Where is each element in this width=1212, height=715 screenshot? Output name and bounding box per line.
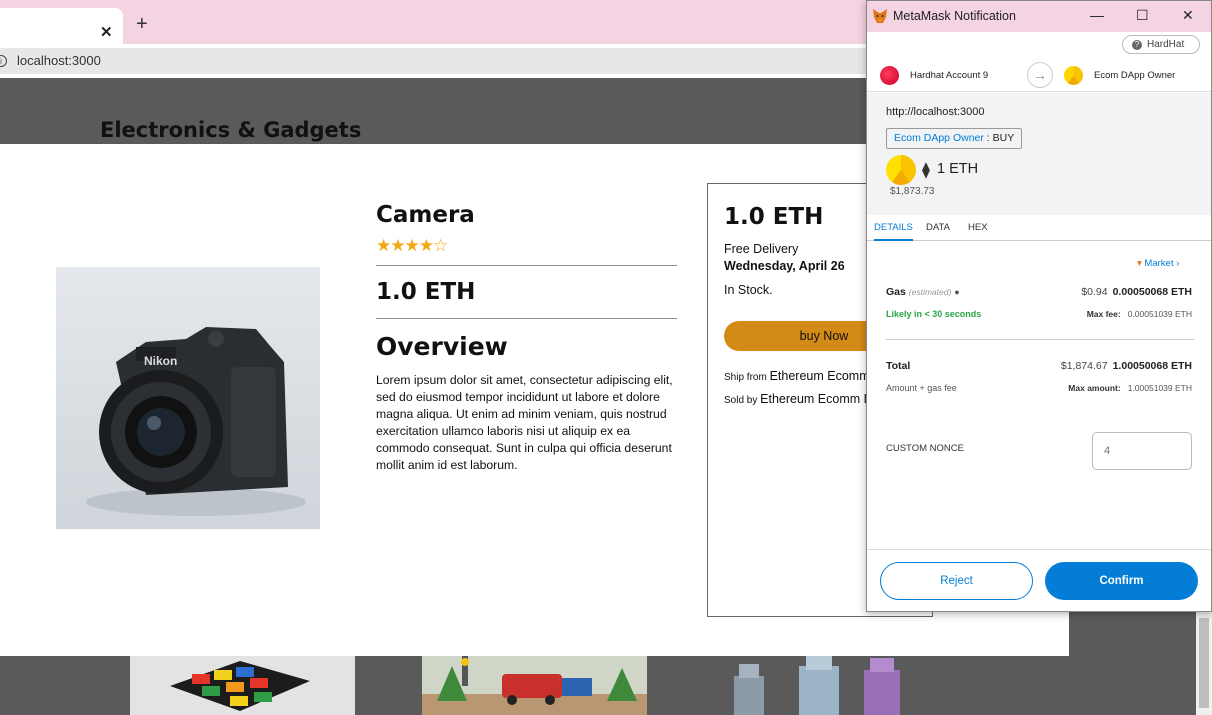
product-price: 1.0 ETH: [376, 279, 476, 305]
arrow-right-icon: →: [1027, 62, 1053, 88]
method-separator: :: [983, 132, 993, 144]
gas-row-label: Gas (estimated) ●: [886, 286, 960, 298]
maximize-button[interactable]: ☐: [1136, 7, 1149, 24]
amount-gas-label: Amount + gas fee: [886, 383, 957, 393]
custom-nonce-label: CUSTOM NONCE: [886, 443, 964, 454]
max-amount: Max amount: 1.00051039 ETH: [1068, 383, 1192, 393]
max-fee: Max fee: 0.00051039 ETH: [1087, 309, 1192, 319]
custom-nonce-input[interactable]: [1092, 432, 1192, 470]
order-price: 1.0 ETH: [724, 204, 824, 230]
tab-hex[interactable]: HEX: [968, 222, 988, 233]
market-label: Market: [1144, 258, 1174, 269]
new-tab-button[interactable]: +: [136, 13, 148, 36]
filled-star-icon: ★: [376, 236, 391, 255]
chevron-right-icon: ›: [1176, 258, 1180, 269]
transaction-amount-fiat: $1,873.73: [890, 186, 935, 197]
max-amount-label: Max amount:: [1068, 383, 1121, 393]
scroll-thumb[interactable]: [1199, 618, 1209, 708]
method-name: BUY: [992, 132, 1015, 144]
sold-value: Ethereum Ecomm D: [760, 392, 873, 406]
method-badge: Ecom DApp Owner : BUY: [886, 128, 1023, 149]
site-info-icon[interactable]: i: [0, 55, 7, 67]
market-link[interactable]: ▾ Market ›: [1137, 258, 1179, 269]
url-text: localhost:3000: [17, 53, 101, 68]
divider: [376, 318, 677, 319]
gas-fiat: $0.94: [1081, 286, 1108, 298]
rating-stars: ★★★★☆: [376, 236, 448, 256]
url-field[interactable]: i localhost:3000: [0, 48, 880, 74]
divider: [867, 549, 1211, 550]
overview-heading: Overview: [376, 332, 508, 361]
reject-button[interactable]: Reject: [880, 562, 1033, 600]
stock-status: In Stock.: [724, 283, 773, 297]
account-flow: Hardhat Account 9 → Ecom DApp Owner: [867, 58, 1211, 92]
empty-star-icon: ☆: [433, 236, 448, 255]
ship-value: Ethereum Ecomm: [769, 369, 870, 383]
product-title: Camera: [376, 202, 475, 228]
sold-by: Sold by Ethereum Ecomm D: [724, 392, 873, 406]
rubiks-cube-thumbnail[interactable]: [130, 656, 355, 715]
camera-product-image: Nikon: [56, 267, 320, 529]
divider: [376, 265, 677, 266]
request-summary: http://localhost:3000 Ecom DApp Owner : …: [867, 93, 1211, 215]
minimize-button[interactable]: —: [1090, 7, 1104, 23]
transaction-amount: 1 ETH: [937, 161, 979, 177]
total-label: Total: [886, 360, 911, 372]
metamask-window: MetaMask Notification — ☐ ✕ ? HardHat Har…: [866, 0, 1212, 612]
from-account-name: Hardhat Account 9: [910, 70, 989, 81]
method-target: Ecom DApp Owner: [894, 132, 984, 144]
total-eth: 1.00050068 ETH: [1112, 360, 1192, 372]
total-value: $1,874.67 1.00050068 ETH: [1061, 360, 1192, 372]
max-fee-label: Max fee:: [1086, 309, 1121, 319]
info-icon[interactable]: ●: [954, 287, 959, 297]
sold-label: Sold by: [724, 395, 758, 406]
tab-data[interactable]: DATA: [926, 222, 950, 233]
camera-icon: Nikon: [86, 327, 306, 516]
to-account-avatar: [1064, 66, 1083, 85]
gas-timing: Likely in < 30 seconds: [886, 309, 982, 319]
gas-estimated-label: (estimated): [908, 287, 952, 297]
total-fiat: $1,874.67: [1060, 360, 1108, 372]
from-account-avatar: [880, 66, 899, 85]
close-window-button[interactable]: ✕: [1182, 7, 1194, 24]
browser-tab[interactable]: ✕: [0, 8, 123, 44]
metamask-window-title: MetaMask Notification: [893, 9, 1016, 23]
filled-star-icon: ★: [404, 236, 420, 255]
to-account-name: Ecom DApp Owner: [1094, 70, 1176, 81]
request-origin: http://localhost:3000: [886, 106, 985, 118]
ship-from: Ship from Ethereum Ecomm: [724, 369, 870, 383]
gas-label: Gas: [886, 286, 906, 298]
token-avatar: [886, 155, 916, 185]
gas-value: $0.94 0.00050068 ETH: [1081, 286, 1192, 298]
svg-text:Nikon: Nikon: [144, 354, 177, 368]
confirm-button[interactable]: Confirm: [1045, 562, 1198, 600]
toy-train-thumbnail[interactable]: [422, 656, 647, 715]
delivery-date: Wednesday, April 26: [724, 259, 845, 273]
market-fox-icon: ▾: [1137, 258, 1142, 269]
overview-text: Lorem ipsum dolor sit amet, consectetur …: [376, 373, 673, 472]
metamask-fox-icon: [873, 9, 887, 23]
delivery-text: Free Delivery: [724, 242, 799, 256]
network-help-icon: ?: [1132, 40, 1142, 50]
ship-label: Ship from: [724, 372, 767, 383]
divider: [886, 339, 1194, 340]
metamask-titlebar: MetaMask Notification — ☐ ✕: [867, 1, 1211, 32]
max-amount-value: 1.00051039 ETH: [1127, 383, 1192, 393]
robot-toys-thumbnail[interactable]: [714, 656, 939, 715]
close-tab-icon[interactable]: ✕: [100, 23, 113, 41]
tab-details[interactable]: DETAILS: [874, 222, 913, 241]
filled-star-icon: ★: [418, 236, 434, 255]
details-tabs: DETAILS DATA HEX: [867, 215, 1211, 241]
filled-star-icon: ★: [390, 236, 405, 255]
gas-eth: 0.00050068 ETH: [1112, 286, 1192, 298]
network-name: HardHat: [1147, 39, 1185, 50]
max-fee-value: 0.00051039 ETH: [1127, 309, 1192, 319]
page-heading: Electronics & Gadgets: [100, 118, 362, 142]
eth-icon: ⧫: [922, 162, 930, 179]
network-selector[interactable]: ? HardHat: [1122, 35, 1200, 54]
